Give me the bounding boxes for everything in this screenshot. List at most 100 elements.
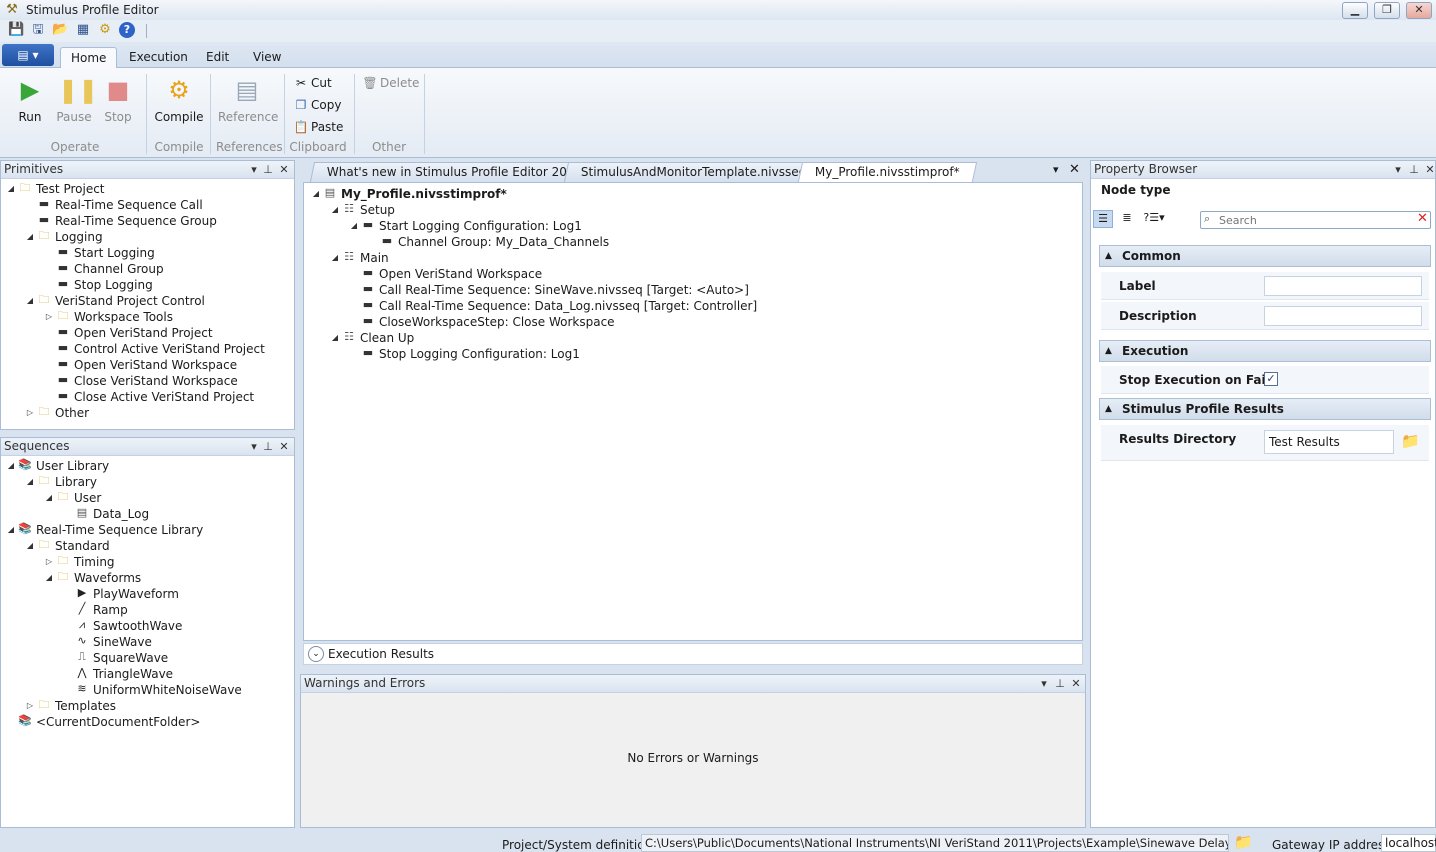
expander-icon[interactable]: ◢ [43, 490, 55, 506]
tree-item[interactable]: ◢ 🗀 User [43, 490, 101, 506]
tree-item[interactable]: ▬ Control Active VeriStand Project [43, 341, 265, 357]
tree-item[interactable]: ▬ Stop Logging Configuration: Log1 [348, 346, 580, 362]
tree-item[interactable]: ◢ ▤ My_Profile.nivsstimprof* [310, 186, 507, 202]
pin-icon[interactable]: ⊥ [1407, 161, 1421, 178]
tree-item[interactable]: ◢ 📚 Real-Time Sequence Library [5, 522, 203, 538]
results-directory-input[interactable]: Test Results [1264, 430, 1394, 454]
expander-icon[interactable]: ▷ [43, 554, 55, 570]
label-input[interactable] [1264, 276, 1422, 296]
clear-search-icon[interactable]: ✕ [1417, 211, 1428, 226]
expander-icon[interactable]: ◢ [43, 570, 55, 586]
dropdown-icon[interactable]: ▾ [247, 161, 261, 178]
reference-button[interactable]: ▤ Reference [218, 74, 278, 124]
tree-item[interactable]: ◢ 📚 User Library [5, 458, 109, 474]
tree-item[interactable]: ▬ Open VeriStand Workspace [348, 266, 542, 282]
browse-folder-icon[interactable]: 📁 [1401, 427, 1420, 455]
tree-item[interactable]: ▷ 🗀 Other [24, 405, 89, 421]
results-section-header[interactable]: ▲ Stimulus Profile Results [1099, 398, 1431, 420]
pin-icon[interactable]: ⊥ [261, 161, 275, 178]
tree-item[interactable]: ∿ SineWave [62, 634, 151, 650]
dropdown-icon[interactable]: ▾ [247, 438, 261, 455]
tab-execution[interactable]: Execution [119, 47, 198, 68]
gateway-address-input[interactable]: localhost [1381, 834, 1436, 852]
tree-item[interactable]: ▬ Call Real-Time Sequence: Data_Log.nivss… [348, 298, 757, 314]
categorized-view-icon[interactable]: ☰ [1093, 210, 1113, 228]
dropdown-icon[interactable]: ▾ [1037, 675, 1051, 692]
tab-my-profile[interactable]: My_Profile.nivsstimprof* [797, 162, 977, 182]
tree-item[interactable]: ▬ Close Active VeriStand Project [43, 389, 254, 405]
execution-results-bar[interactable]: ⌄ Execution Results [303, 643, 1083, 665]
project-path[interactable]: C:\Users\Public\Documents\National Instr… [641, 834, 1229, 852]
tree-item[interactable]: ▬ Open VeriStand Workspace [43, 357, 237, 373]
tree-item[interactable]: ◢ 🗀 Test Project [5, 181, 105, 197]
tree-item[interactable]: ▬ Call Real-Time Sequence: SineWave.nivss… [348, 282, 749, 298]
expander-icon[interactable]: ◢ [329, 250, 341, 266]
expander-icon[interactable]: ▷ [24, 405, 36, 421]
tree-item[interactable]: ╱ Ramp [62, 602, 128, 618]
pause-button[interactable]: ❚❚ Pause [54, 74, 98, 124]
save-all-icon[interactable]: 🖫 [30, 22, 46, 38]
tree-item[interactable]: ≋ UniformWhiteNoiseWave [62, 682, 241, 698]
delete-button[interactable]: 🗑 Delete [362, 74, 419, 92]
close-icon[interactable]: ✕ [1069, 675, 1083, 692]
expander-icon[interactable]: ◢ [24, 229, 36, 245]
expander-icon[interactable]: ◢ [5, 522, 17, 538]
expander-icon[interactable]: ▷ [43, 309, 55, 325]
tree-item[interactable]: ▷ 🗀 Templates [24, 698, 116, 714]
close-button[interactable]: ✕ [1406, 2, 1432, 19]
expander-icon[interactable]: ◢ [329, 202, 341, 218]
restore-button[interactable]: ❐ [1374, 2, 1400, 19]
tab-list-dropdown-icon[interactable]: ▾ [1053, 163, 1059, 176]
expander-icon[interactable]: ◢ [24, 293, 36, 309]
open-folder-icon[interactable]: 📂 [52, 22, 68, 38]
gear-icon[interactable]: ⚙ [97, 22, 113, 38]
save-icon[interactable]: 💾 [8, 22, 24, 38]
expander-icon[interactable]: ◢ [348, 218, 360, 234]
tree-item[interactable]: ◢ ☷ Clean Up [329, 330, 414, 346]
cut-button[interactable]: ✂ Cut [293, 74, 332, 92]
tree-item[interactable]: ▬ Stop Logging [43, 277, 153, 293]
execution-section-header[interactable]: ▲ Execution [1099, 340, 1431, 362]
expander-icon[interactable]: ◢ [24, 538, 36, 554]
tree-item[interactable]: ◢ ☷ Main [329, 250, 389, 266]
tree-item[interactable]: ⎍ SquareWave [62, 650, 168, 666]
common-section-header[interactable]: ▲ Common [1099, 245, 1431, 267]
tree-item[interactable]: ▬ Open VeriStand Project [43, 325, 213, 341]
tab-edit[interactable]: Edit [196, 47, 239, 68]
close-icon[interactable]: ✕ [277, 438, 291, 455]
search-input[interactable] [1219, 213, 1409, 227]
description-input[interactable] [1264, 306, 1422, 326]
tree-item[interactable]: ▬ Real-Time Sequence Group [24, 213, 217, 229]
tree-item[interactable]: ⩘ SawtoothWave [62, 618, 183, 634]
close-document-icon[interactable]: ✕ [1069, 162, 1080, 177]
tree-item[interactable]: 📚 <CurrentDocumentFolder> [5, 714, 200, 730]
pin-icon[interactable]: ⊥ [1053, 675, 1067, 692]
properties-icon[interactable]: ▦ [75, 22, 91, 38]
expander-icon[interactable]: ▷ [24, 698, 36, 714]
close-icon[interactable]: ✕ [277, 161, 291, 178]
application-menu-button[interactable]: ▤ ▾ [2, 44, 54, 66]
stop-on-fail-checkbox[interactable]: ✓ [1264, 372, 1278, 386]
run-button[interactable]: ▶ Run [10, 74, 50, 124]
tree-item[interactable]: ◢ ☷ Setup [329, 202, 395, 218]
alphabetical-view-icon[interactable]: ≣ [1117, 210, 1137, 228]
tree-item[interactable]: ◢ 🗀 Waveforms [43, 570, 141, 586]
expander-icon[interactable]: ◢ [329, 330, 341, 346]
expand-chevron-icon[interactable]: ⌄ [308, 646, 324, 662]
tree-item[interactable]: ▬ Real-Time Sequence Call [24, 197, 203, 213]
tree-item[interactable]: ◢ 🗀 Logging [24, 229, 103, 245]
tree-item[interactable]: ◢ 🗀 VeriStand Project Control [24, 293, 205, 309]
dropdown-icon[interactable]: ▾ [1391, 161, 1405, 178]
tree-item[interactable]: ⋀ TriangleWave [62, 666, 173, 682]
tab-template[interactable]: StimulusAndMonitorTemplate.nivsseq* [563, 162, 830, 182]
tree-item[interactable]: ▬ Channel Group: My_Data_Channels [367, 234, 609, 250]
tree-item[interactable]: ◢ 🗀 Standard [24, 538, 110, 554]
stop-button[interactable]: ■ Stop [98, 74, 138, 124]
property-pages-icon[interactable]: ?☰▾ [1141, 210, 1167, 228]
copy-button[interactable]: ❐ Copy [293, 96, 342, 114]
tab-whats-new[interactable]: What's new in Stimulus Profile Editor 20… [309, 162, 600, 182]
expander-icon[interactable]: ◢ [5, 458, 17, 474]
expander-icon[interactable]: ◢ [310, 186, 322, 202]
tab-view[interactable]: View [243, 47, 291, 68]
tree-item[interactable]: ◢ ▬ Start Logging Configuration: Log1 [348, 218, 582, 234]
